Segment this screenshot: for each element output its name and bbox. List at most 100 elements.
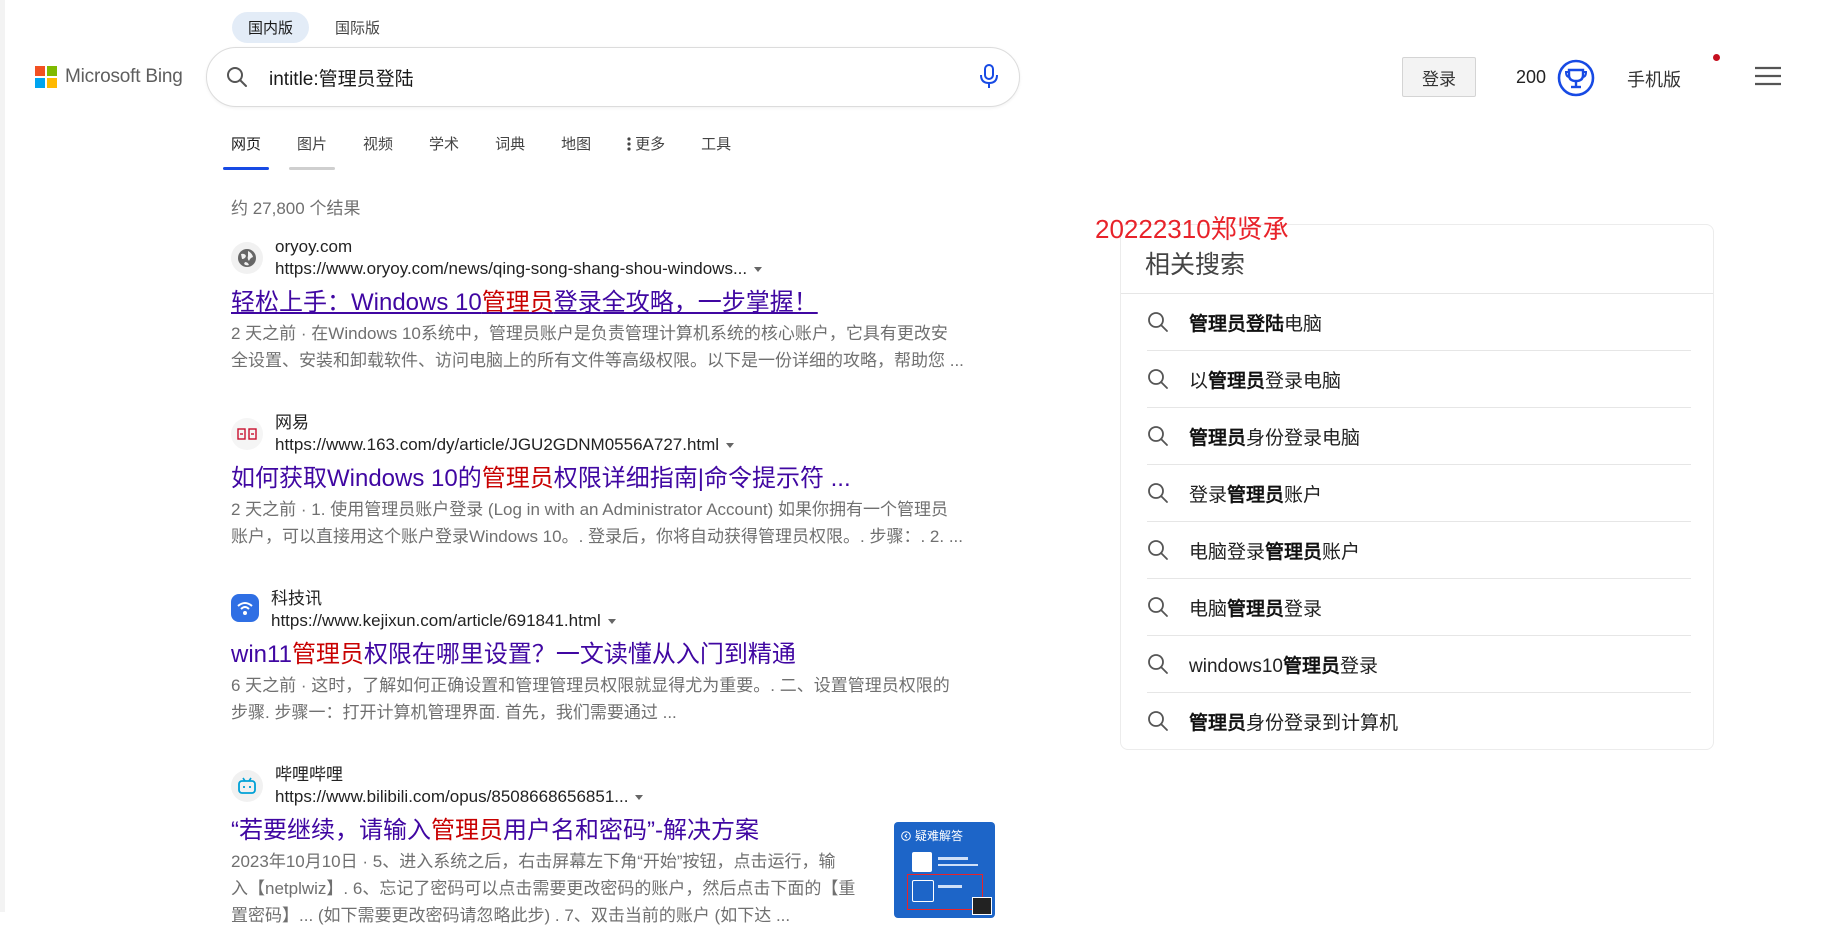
- caret-down-icon[interactable]: [726, 442, 735, 448]
- notification-dot: [1713, 54, 1720, 61]
- title-highlight: 管理员: [291, 641, 364, 668]
- related-search-item[interactable]: 以管理员登录电脑: [1147, 351, 1691, 408]
- result-snippet: 2 天之前 · 在Windows 10系统中，管理员账户是负责管理计算机系统的核…: [231, 320, 999, 374]
- search-icon: [1147, 482, 1171, 504]
- nav-dictionary[interactable]: 词典: [495, 133, 525, 170]
- caret-down-icon[interactable]: [754, 266, 763, 272]
- title-highlight: 管理员: [481, 465, 554, 492]
- search-icon: [1147, 653, 1171, 675]
- expand-image-icon[interactable]: [972, 897, 992, 915]
- vertical-nav: 网页 图片 视频 学术 词典 地图 更多 工具: [222, 133, 767, 170]
- search-icon: [1147, 368, 1171, 390]
- result-title-link[interactable]: win11管理员权限在哪里设置？一文读懂从入门到精通: [231, 640, 999, 670]
- result-snippet: 2 天之前 · 1. 使用管理员账户登录 (Log in with an Adm…: [231, 496, 999, 550]
- snippet-text: 账户，可以直接用这个账户登录Windows 10。. 登录后，你将自动获得管理员…: [231, 527, 964, 546]
- search-box: [206, 47, 1020, 107]
- result-url[interactable]: https://www.oryoy.com/news/qing-song-sha…: [275, 258, 763, 280]
- nav-more-label: 更多: [635, 136, 666, 153]
- result-url-text: https://www.kejixun.com/article/691841.h…: [271, 611, 601, 630]
- snippet-text: 全设置、安装和卸载软件、访问电脑上的所有文件等高级权限。以下是一份详细的攻略，帮…: [231, 351, 964, 370]
- student-watermark: 20222310郑贤承: [1095, 214, 1289, 244]
- result-site-name[interactable]: 网易: [275, 412, 734, 434]
- result-snippet: 6 天之前 · 这时，了解如何正确设置和管理管理员权限就显得尤为重要。. 二、设…: [231, 672, 999, 726]
- title-text: 轻松上手：Windows 10: [231, 289, 482, 316]
- result-count: 约 27,800 个结果: [231, 199, 361, 218]
- related-search-text: 管理员身份登录到计算机: [1189, 712, 1399, 734]
- result-title-link[interactable]: 轻松上手：Windows 10管理员登录全攻略，一步掌握！: [231, 288, 999, 318]
- result-url-text: https://www.bilibili.com/opus/8508668656…: [275, 787, 629, 806]
- result-site-name[interactable]: 科技讯: [271, 588, 616, 610]
- nav-images[interactable]: 图片: [289, 133, 336, 170]
- bing-logo[interactable]: Microsoft Bing: [35, 66, 183, 88]
- related-searches-title: 相关搜索: [1145, 251, 1246, 279]
- title-text: 如何获取Windows 10的: [231, 465, 482, 492]
- nav-more[interactable]: 更多: [627, 133, 665, 170]
- search-result: 哔哩哔哩 https://www.bilibili.com/opus/85086…: [231, 764, 891, 929]
- title-highlight: 管理员: [481, 289, 554, 316]
- search-icon[interactable]: [207, 65, 267, 89]
- result-site-name[interactable]: oryoy.com: [275, 236, 762, 258]
- related-search-item[interactable]: windows10管理员登录: [1147, 636, 1691, 693]
- result-url[interactable]: https://www.kejixun.com/article/691841.h…: [271, 610, 616, 632]
- back-arrow-icon: [901, 830, 911, 841]
- result-thumbnail[interactable]: 疑难解答: [894, 822, 995, 918]
- related-search-text: 以管理员登录电脑: [1189, 370, 1342, 392]
- related-search-item[interactable]: 电脑登录管理员账户: [1147, 522, 1691, 579]
- more-dots-icon: [627, 136, 631, 151]
- search-input[interactable]: [267, 65, 959, 89]
- search-icon: [1147, 710, 1171, 732]
- snippet-text: 步骤. 步骤一：打开计算机管理界面. 首先，我们需要通过 ...: [231, 703, 677, 722]
- result-date: 2 天之前: [231, 500, 297, 519]
- result-title-link[interactable]: 如何获取Windows 10的管理员权限详细指南|命令提示符 ...: [231, 464, 999, 494]
- related-searches-panel: 相关搜索 管理员登陆电脑 以管理员登录电脑 管理员身份登录电脑 登录管理员账户 …: [1120, 224, 1714, 750]
- scope-tab-domestic[interactable]: 国内版: [232, 12, 310, 43]
- related-search-item[interactable]: 管理员登陆电脑: [1147, 294, 1691, 351]
- login-button[interactable]: 登录: [1402, 57, 1476, 97]
- nav-videos[interactable]: 视频: [363, 133, 393, 170]
- title-text: 用户名和密码”-解决方案: [503, 817, 759, 844]
- snippet-text: 1. 使用管理员账户登录 (Log in with an Administrat…: [311, 500, 949, 519]
- title-text: 权限在哪里设置？一文读懂从入门到精通: [363, 641, 796, 668]
- title-text: win11: [231, 641, 292, 668]
- microphone-icon[interactable]: [959, 64, 1019, 90]
- netease-logo-icon: [231, 418, 263, 450]
- caret-down-icon[interactable]: [635, 794, 644, 800]
- nav-maps[interactable]: 地图: [561, 133, 591, 170]
- related-search-item[interactable]: 管理员身份登录到计算机: [1147, 693, 1691, 749]
- nav-tools[interactable]: 工具: [701, 133, 731, 170]
- bilibili-tv-icon: [231, 770, 263, 802]
- hamburger-menu-icon[interactable]: [1755, 66, 1781, 91]
- caret-down-icon[interactable]: [607, 618, 616, 624]
- snippet-text: 这时，了解如何正确设置和管理管理员权限就显得尤为重要。. 二、设置管理员权限的: [311, 676, 950, 695]
- mobile-version-link[interactable]: 手机版: [1627, 66, 1681, 92]
- result-title-link[interactable]: “若要继续，请输入管理员用户名和密码”-解决方案: [231, 816, 891, 846]
- related-search-item[interactable]: 电脑管理员登录: [1147, 579, 1691, 636]
- thumbnail-title: 疑难解答: [915, 829, 964, 843]
- result-url[interactable]: https://www.bilibili.com/opus/8508668656…: [275, 786, 644, 808]
- rewards-points[interactable]: 200: [1516, 67, 1546, 88]
- related-search-text: 登录管理员账户: [1189, 484, 1323, 506]
- search-icon: [1147, 311, 1171, 333]
- nav-academic[interactable]: 学术: [429, 133, 459, 170]
- title-text: 登录全攻略，一步掌握！: [553, 289, 818, 316]
- result-site-name[interactable]: 哔哩哔哩: [275, 764, 643, 786]
- result-url-text: https://www.163.com/dy/article/JGU2GDNM0…: [275, 435, 720, 454]
- search-result: 科技讯 https://www.kejixun.com/article/6918…: [231, 588, 999, 726]
- logo-text: Microsoft Bing: [65, 66, 183, 87]
- related-search-item[interactable]: 登录管理员账户: [1147, 465, 1691, 522]
- result-url-text: https://www.oryoy.com/news/qing-song-sha…: [275, 259, 748, 278]
- result-url[interactable]: https://www.163.com/dy/article/JGU2GDNM0…: [275, 434, 735, 456]
- title-text: 权限详细指南|命令提示符 ...: [553, 465, 851, 492]
- result-date: 6 天之前: [231, 676, 297, 695]
- result-date: 2 天之前: [231, 324, 297, 343]
- rewards-trophy-icon[interactable]: [1557, 59, 1595, 102]
- globe-icon: [231, 242, 263, 274]
- scope-tabs: 国内版 国际版: [232, 12, 396, 43]
- nav-web[interactable]: 网页: [222, 133, 270, 170]
- search-result: oryoy.com https://www.oryoy.com/news/qin…: [231, 236, 999, 374]
- title-text: “若要继续，请输入: [231, 817, 431, 844]
- related-search-text: 管理员身份登录电脑: [1189, 427, 1361, 449]
- scope-tab-international[interactable]: 国际版: [319, 12, 396, 43]
- related-search-item[interactable]: 管理员身份登录电脑: [1147, 408, 1691, 465]
- snippet-text: 置密码】... (如下需要更改密码请忽略此步) . 7、双击当前的账户 (如下达…: [231, 906, 791, 925]
